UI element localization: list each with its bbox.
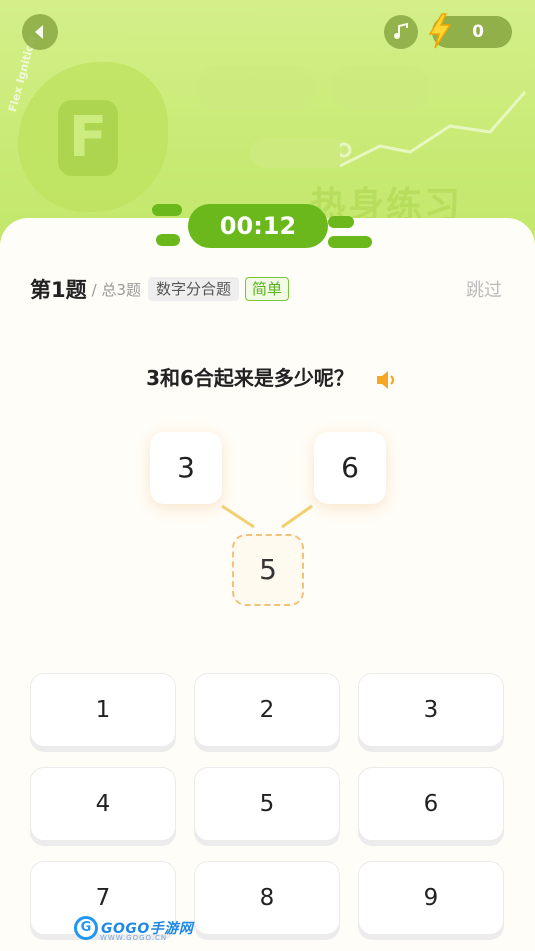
- keypad-key-3[interactable]: 3: [358, 673, 504, 747]
- answer-box: 5: [232, 534, 304, 606]
- question-type-tag: 数字分合题: [148, 277, 240, 301]
- music-toggle-button[interactable]: [384, 15, 418, 49]
- difficulty-tag: 简单: [245, 277, 290, 301]
- keypad-key-1[interactable]: 1: [30, 673, 176, 747]
- watermark-sub: WWW.GOGO.CN: [100, 934, 168, 942]
- keypad-key-2[interactable]: 2: [194, 673, 340, 747]
- decor-line-icon: [340, 91, 527, 168]
- music-note-icon: [394, 22, 408, 39]
- question-meta: 第1题 / 总3题 数字分合题 简单: [30, 274, 290, 304]
- keypad-key-6[interactable]: 6: [358, 767, 504, 841]
- decor-pill: [250, 138, 350, 168]
- lightning-icon: [428, 13, 452, 49]
- keypad-key-9[interactable]: 9: [358, 861, 504, 935]
- question-total: / 总3题: [91, 280, 141, 299]
- keypad-key-8[interactable]: 8: [194, 861, 340, 935]
- speaker-icon[interactable]: [374, 367, 400, 393]
- question-number: 第1题: [30, 278, 87, 302]
- question-text: 3和6合起来是多少呢？: [146, 366, 354, 390]
- keypad-key-5[interactable]: 5: [194, 767, 340, 841]
- keypad-key-4[interactable]: 4: [30, 767, 176, 841]
- decor-letter: F: [58, 100, 118, 176]
- timer-dash: [152, 204, 182, 216]
- timer-badge: 00:12: [152, 200, 384, 252]
- watermark-icon: G: [74, 916, 98, 940]
- skip-button[interactable]: 跳过: [466, 276, 502, 302]
- right-number-box: 6: [314, 432, 386, 504]
- timer-dash: [328, 216, 354, 228]
- left-number-box: 3: [150, 432, 222, 504]
- timer-dash: [328, 236, 372, 248]
- timer-dash: [156, 234, 180, 246]
- back-button[interactable]: [22, 14, 58, 50]
- timer-value: 00:12: [188, 204, 328, 248]
- decor-pill: [196, 66, 316, 110]
- back-arrow-icon: [35, 25, 43, 39]
- energy-count: 0: [472, 22, 484, 42]
